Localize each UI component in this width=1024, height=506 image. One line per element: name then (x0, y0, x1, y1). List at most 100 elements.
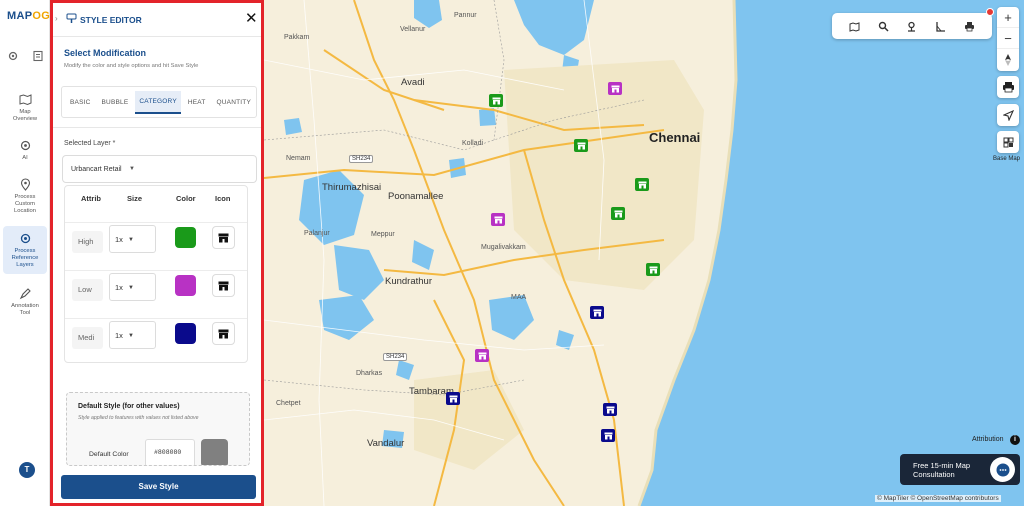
default-style-subtitle: Style applied to features with values no… (78, 415, 199, 421)
color-swatch[interactable] (175, 227, 196, 248)
rail-item-label: Annotation Tool (11, 303, 39, 316)
info-icon[interactable]: i (1010, 435, 1020, 445)
consultation-label: Free 15-min Map Consultation (913, 461, 971, 479)
attrib-value: Medi (72, 327, 103, 349)
store-marker-low[interactable] (491, 213, 505, 226)
map-layers (264, 0, 1024, 506)
panel-header: › STYLE EDITOR ✕ (53, 3, 261, 37)
attribution-label[interactable]: Attribution (972, 436, 1004, 443)
tab-category[interactable]: CATEGORY (135, 90, 181, 114)
print-icon[interactable] (964, 20, 976, 32)
tab-quantity[interactable]: QUANTITY (213, 92, 255, 113)
reference-layers-icon (20, 233, 30, 244)
collapse-arrow-icon[interactable]: › (55, 14, 58, 23)
zoom-in-button[interactable]: + (997, 7, 1019, 28)
tab-heat[interactable]: HEAT (184, 92, 210, 113)
column-header: Attrib (81, 194, 101, 203)
store-marker-medium[interactable] (590, 306, 604, 319)
attrib-value: Low (72, 279, 103, 301)
column-header: Size (127, 194, 143, 203)
icon-picker[interactable] (212, 274, 235, 297)
base-map-button[interactable] (997, 131, 1019, 153)
size-select[interactable]: 1x ▼ (109, 273, 156, 301)
store-marker-high[interactable] (489, 94, 503, 107)
rail-item-process-custom-location[interactable]: Process Custom Location (3, 178, 47, 220)
app-root: Pakkam Vellanur Pannur Avadi Chennai Kol… (0, 0, 1024, 506)
zoom-out-button[interactable]: − (997, 28, 1019, 49)
rail-top-icons (0, 50, 50, 62)
rail-item-map-overview[interactable]: Map Overview (3, 93, 47, 127)
column-header: Icon (215, 194, 231, 203)
style-tabs: BASIC BUBBLE CATEGORY HEAT QUANTITY (61, 86, 257, 118)
print-map-button[interactable] (997, 76, 1019, 98)
store-icon (218, 281, 229, 290)
store-marker-low[interactable] (475, 349, 489, 362)
section-subtitle: Modify the color and style options and h… (64, 63, 199, 69)
close-icon[interactable]: ✕ (245, 11, 258, 26)
column-header: Color (176, 194, 196, 203)
compass-button[interactable] (997, 49, 1019, 70)
store-icon (218, 233, 229, 242)
place-label: Vellanur (400, 26, 426, 33)
settings-icon[interactable] (7, 50, 19, 62)
store-marker-low[interactable] (608, 82, 622, 95)
place-label: Meppur (371, 231, 395, 238)
rail-item-label: Process Reference Layers (11, 248, 39, 268)
default-color-swatch[interactable] (201, 439, 228, 465)
road-shield: SH234 (349, 155, 374, 163)
chevron-down-icon: ▼ (128, 285, 134, 291)
store-marker-high[interactable] (574, 139, 588, 152)
color-swatch[interactable] (175, 323, 196, 344)
store-marker-high[interactable] (635, 178, 649, 191)
selected-layer-value: Urbancart Retail (71, 166, 122, 173)
location-pin-icon[interactable] (906, 20, 918, 32)
chevron-down-icon: ▼ (129, 166, 135, 172)
selected-layer-select[interactable]: Urbancart Retail ▼ (62, 155, 257, 183)
attrib-value: High (72, 231, 103, 253)
navigate-button[interactable] (997, 104, 1019, 126)
store-marker-high[interactable] (646, 263, 660, 276)
avatar[interactable]: T (19, 462, 35, 478)
rail-item-process-reference-layers[interactable]: Process Reference Layers (3, 226, 47, 274)
default-color-input[interactable]: #808080 (145, 439, 195, 465)
place-label: Mugalivakkam (481, 244, 526, 251)
rail-item-label: Process Custom Location (14, 194, 36, 214)
consultation-button[interactable]: Free 15-min Map Consultation (900, 454, 1020, 485)
app-logo[interactable]: MAPOG (7, 10, 50, 22)
icon-picker[interactable] (212, 226, 235, 249)
base-map-icon (1003, 137, 1013, 147)
base-map-label: Base Map (993, 156, 1021, 162)
size-select[interactable]: 1x ▼ (109, 225, 156, 253)
navigation-arrow-icon (1002, 109, 1014, 121)
place-label: Chennai (649, 130, 701, 145)
search-icon[interactable] (877, 20, 889, 32)
measure-icon[interactable] (935, 20, 947, 32)
place-label: Nemam (286, 155, 311, 162)
style-editor-panel: › STYLE EDITOR ✕ Select Modification Mod… (50, 0, 264, 506)
map-canvas[interactable]: Pakkam Vellanur Pannur Avadi Chennai Kol… (264, 0, 1024, 506)
rail-item-annotation-tool[interactable]: Annotation Tool (3, 287, 47, 321)
section-title: Select Modification (64, 48, 147, 58)
map-layers-icon[interactable] (848, 20, 860, 32)
tab-basic[interactable]: BASIC (66, 92, 95, 113)
tab-bubble[interactable]: BUBBLE (98, 92, 133, 113)
place-label: Chetpet (276, 400, 301, 407)
place-label: Poonamallee (388, 191, 444, 202)
store-marker-high[interactable] (611, 207, 625, 220)
notes-icon[interactable] (32, 50, 44, 62)
selected-layer-label: Selected Layer * (64, 140, 116, 147)
store-marker-medium[interactable] (446, 392, 460, 405)
map-credits[interactable]: © MapTiler © OpenStreetMap contributors (875, 495, 1001, 502)
icon-picker[interactable] (212, 322, 235, 345)
size-select[interactable]: 1x ▼ (109, 321, 156, 349)
store-marker-medium[interactable] (603, 403, 617, 416)
rail-item-ai[interactable]: AI (3, 139, 47, 165)
chat-icon[interactable] (990, 457, 1015, 482)
color-swatch[interactable] (175, 275, 196, 296)
lake (319, 295, 374, 340)
ai-icon (20, 140, 30, 151)
store-marker-medium[interactable] (601, 429, 615, 442)
logo-text: MAP (7, 10, 33, 22)
save-style-button[interactable]: Save Style (61, 475, 256, 499)
category-table: Attrib Size Color Icon High 1x ▼ Low 1x ▼ … (64, 185, 248, 363)
